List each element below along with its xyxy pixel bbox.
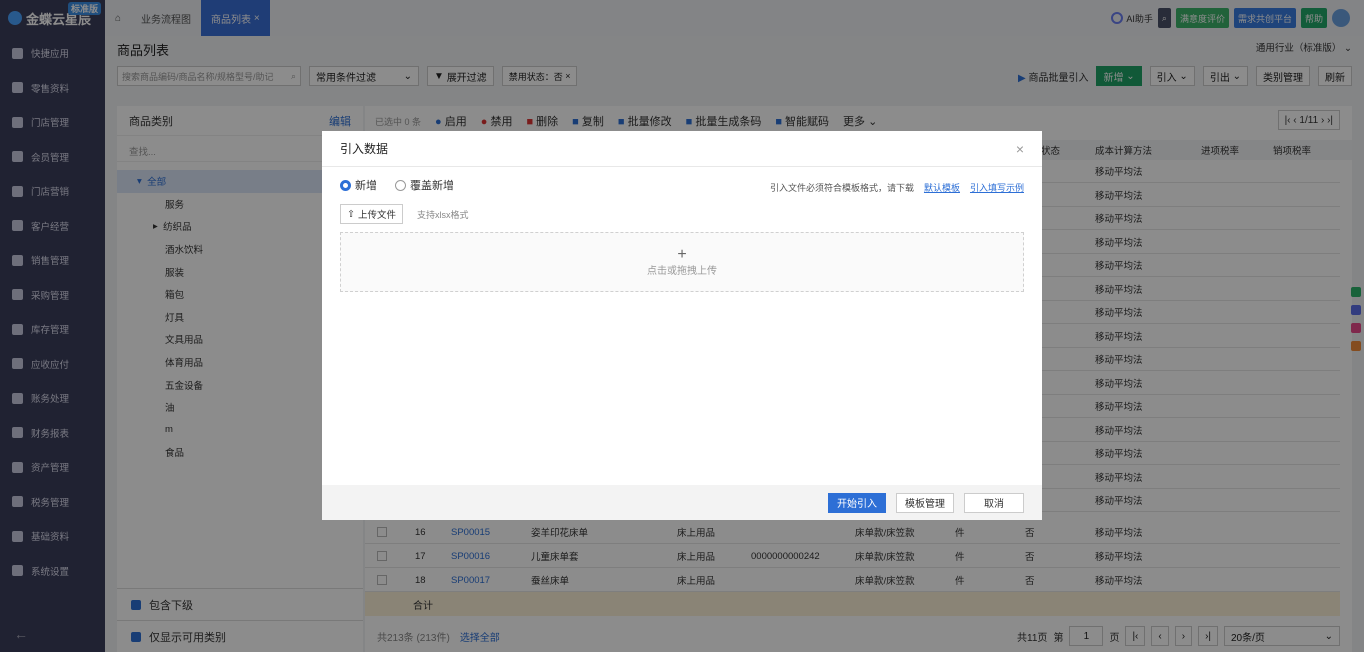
plus-icon: + <box>677 245 687 263</box>
upload-label: 上传文件 <box>357 210 396 221</box>
close-icon[interactable]: × <box>1016 141 1024 157</box>
template-manage-button[interactable]: 模板管理 <box>896 492 954 513</box>
cancel-button[interactable]: 取消 <box>964 492 1024 513</box>
radio-unchecked-icon <box>395 179 406 191</box>
upload-dropzone[interactable]: + 点击或拖拽上传 <box>340 232 1024 292</box>
start-import-button[interactable]: 开始引入 <box>828 492 886 513</box>
default-template-link[interactable]: 默认模板 <box>924 181 960 194</box>
radio-new[interactable]: 新增 <box>340 177 377 193</box>
upload-icon: ⇧ <box>347 208 355 220</box>
template-hint: 引入文件必须符合模板格式，请下载 <box>769 183 914 193</box>
dialog-title: 引入数据 <box>322 131 1042 167</box>
radio-overwrite-label: 覆盖新增 <box>410 180 454 192</box>
example-link[interactable]: 引入填写示例 <box>970 181 1024 194</box>
import-dialog: 引入数据 × 新增 覆盖新增 引入文件必须符合模板格式，请下载 默认模板 引入填… <box>322 131 1042 520</box>
radio-new-label: 新增 <box>355 180 377 192</box>
radio-overwrite[interactable]: 覆盖新增 <box>395 177 454 193</box>
upload-file-button[interactable]: ⇧ 上传文件 <box>340 204 403 224</box>
dropzone-label: 点击或拖拽上传 <box>647 265 717 277</box>
radio-checked-icon <box>340 179 351 191</box>
upload-format-hint: 支持xlsx格式 <box>416 209 469 220</box>
